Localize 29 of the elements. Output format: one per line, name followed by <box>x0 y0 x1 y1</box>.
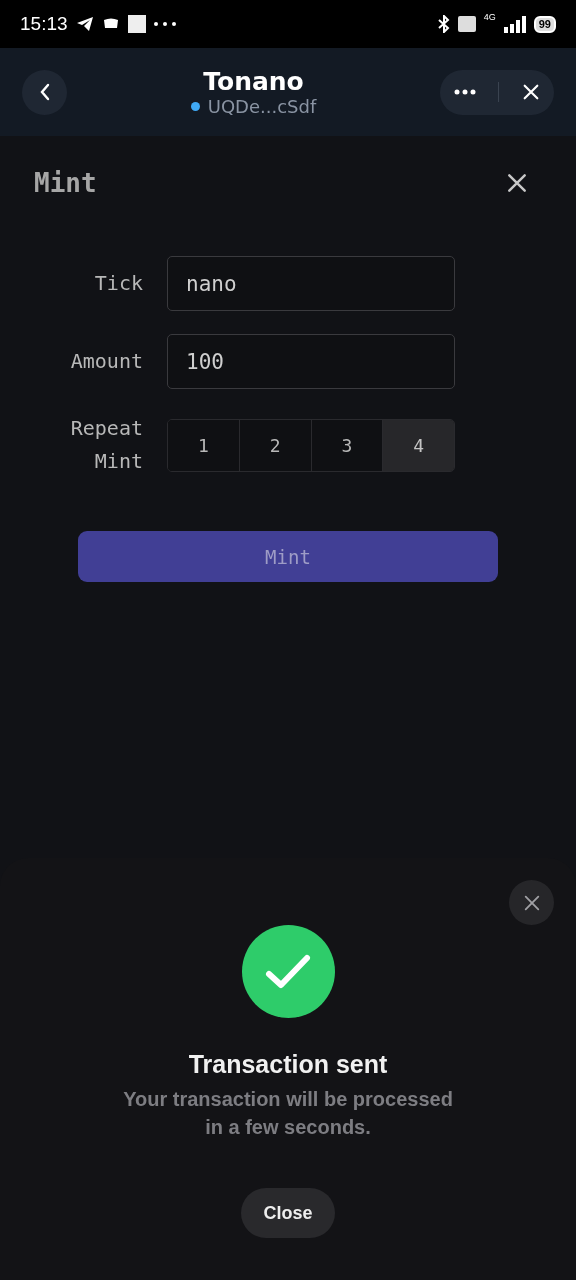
close-icon <box>506 172 528 194</box>
more-dots-icon <box>454 89 477 95</box>
battery-level: 99 <box>533 15 556 33</box>
bluetooth-icon <box>437 15 450 33</box>
paper-plane-icon <box>75 16 94 32</box>
field-label: Tick <box>93 270 143 297</box>
close-icon <box>522 893 541 912</box>
repeat-option[interactable]: 1 <box>168 419 240 471</box>
wallet-address: UQDe...cSdf <box>207 96 317 117</box>
sheet-title: Transaction sent <box>188 1050 388 1079</box>
chevron-left-icon <box>38 83 51 101</box>
app-title: Tonano <box>203 67 304 96</box>
status-time: 15:13 <box>20 13 68 35</box>
success-check-icon <box>241 925 335 1018</box>
back-button[interactable] <box>22 69 67 115</box>
square-icon <box>127 15 146 33</box>
input-field[interactable]: 100 <box>167 334 455 389</box>
close-button[interactable]: Close <box>241 1188 335 1238</box>
more-dots-icon <box>153 22 176 26</box>
signal-icon <box>503 15 526 33</box>
form-title: Mint <box>34 168 97 198</box>
field-label: Repeat Mint <box>69 415 143 475</box>
close-icon <box>521 83 540 101</box>
sheet-message: Your transaction will be processed in a few seconds. <box>122 1087 454 1140</box>
sheet-close-button[interactable] <box>509 880 554 925</box>
repeat-option[interactable]: 4 <box>383 419 454 471</box>
network-type: 4G <box>483 12 496 22</box>
field-label: Amount <box>69 348 143 375</box>
input-field[interactable]: nano <box>167 256 455 311</box>
